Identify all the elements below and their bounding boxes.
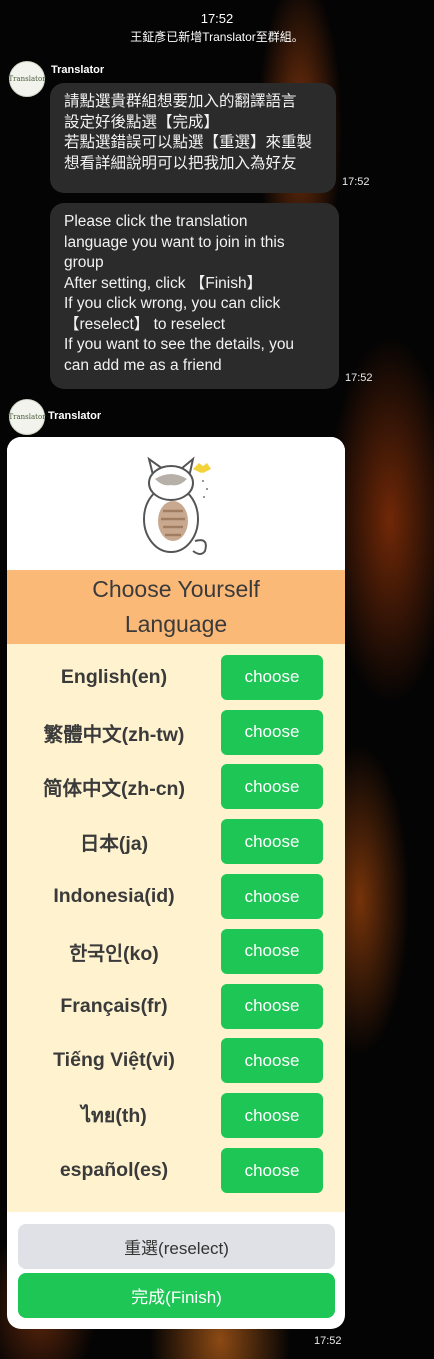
language-row-ko: 한국인(ko) choose bbox=[7, 924, 345, 979]
finish-button[interactable]: 完成(Finish) bbox=[18, 1273, 335, 1318]
language-label: 日本(ja) bbox=[79, 833, 149, 856]
message-line: group bbox=[64, 254, 104, 271]
avatar-text: Translator bbox=[8, 75, 46, 83]
language-row-zh-cn: 简体中文(zh-cn) choose bbox=[7, 760, 345, 815]
message-line: can add me as a friend bbox=[64, 356, 222, 374]
header-line-2: Language bbox=[124, 611, 228, 637]
language-label: ไทย(th) bbox=[81, 1105, 147, 1128]
language-list: English(en) choose 繁體中文(zh-tw) choose 简体… bbox=[7, 644, 345, 1212]
message-line: 請點選貴群組想要加入的翻譯語言 bbox=[64, 93, 297, 110]
choose-button-ja[interactable]: choose bbox=[221, 819, 323, 865]
avatar-text: Translator bbox=[8, 413, 46, 421]
cat-illustration-icon bbox=[143, 455, 211, 555]
translator-avatar[interactable]: Translator bbox=[8, 61, 46, 97]
language-label: English(en) bbox=[60, 665, 168, 688]
card-header: Choose Yourself Language bbox=[7, 570, 345, 644]
header-line-1: Choose Yourself bbox=[92, 576, 260, 602]
sender-name: Translator bbox=[48, 410, 102, 422]
message-line: 想看詳細說明可以把我加入為好友 bbox=[64, 154, 297, 172]
language-label: 简体中文(zh-cn) bbox=[43, 778, 185, 801]
language-label: 繁體中文(zh-tw) bbox=[43, 723, 185, 746]
choose-button-es[interactable]: choose bbox=[221, 1148, 323, 1194]
language-label: Tiếng Việt(vi) bbox=[53, 1049, 175, 1072]
language-row-th: ไทย(th) choose bbox=[7, 1088, 345, 1143]
sender-name: Translator bbox=[51, 64, 105, 76]
status-time: 17:52 bbox=[200, 11, 234, 26]
language-row-id: Indonesia(id) choose bbox=[7, 869, 345, 924]
language-label: Indonesia(id) bbox=[53, 885, 175, 908]
language-selector-card: Choose Yourself Language English(en) cho… bbox=[7, 437, 345, 1329]
language-row-es: español(es) choose bbox=[7, 1143, 345, 1198]
message-line: If you want to see the details, you bbox=[64, 336, 295, 353]
message-timestamp: 17:52 bbox=[342, 176, 370, 188]
message-line: After setting, click 【Finish】 bbox=[64, 274, 263, 292]
card-footer: 重選(reselect) 完成(Finish) bbox=[7, 1212, 345, 1318]
choose-button-zh-cn[interactable]: choose bbox=[221, 764, 323, 810]
message-line: language you want to join in this bbox=[64, 233, 285, 251]
translator-avatar[interactable]: Translator bbox=[8, 399, 46, 435]
reselect-button[interactable]: 重選(reselect) bbox=[18, 1224, 335, 1269]
message-line: 【reselect】 to reselect bbox=[64, 315, 226, 333]
message-line: If you click wrong, you can click bbox=[64, 295, 281, 312]
choose-button-th[interactable]: choose bbox=[221, 1093, 323, 1139]
message-timestamp: 17:52 bbox=[345, 372, 373, 384]
card-hero bbox=[7, 437, 345, 570]
message-timestamp: 17:52 bbox=[314, 1335, 342, 1347]
language-row-ja: 日本(ja) choose bbox=[7, 814, 345, 869]
choose-button-vi[interactable]: choose bbox=[221, 1038, 323, 1084]
language-label: Français(fr) bbox=[60, 994, 168, 1017]
language-label: español(es) bbox=[59, 1159, 169, 1182]
language-row-en: English(en) choose bbox=[7, 650, 345, 705]
choose-button-zh-tw[interactable]: choose bbox=[221, 709, 323, 755]
language-row-fr: Français(fr) choose bbox=[7, 979, 345, 1034]
system-message: 王鉦彥已新增Translator至群組。 bbox=[130, 30, 304, 44]
choose-button-ko[interactable]: choose bbox=[221, 928, 323, 974]
message-line: 設定好後點選【完成】 bbox=[64, 113, 220, 131]
language-label: 한국인(ko) bbox=[69, 942, 159, 965]
message-line: 若點選錯誤可以點選【重選】來重製 bbox=[64, 134, 313, 151]
choose-button-fr[interactable]: choose bbox=[221, 983, 323, 1029]
language-row-vi: Tiếng Việt(vi) choose bbox=[7, 1034, 345, 1089]
message-bubble-english[interactable]: Please click the translation language yo… bbox=[50, 203, 339, 389]
choose-button-en[interactable]: choose bbox=[221, 654, 323, 700]
message-line: Please click the translation bbox=[64, 213, 248, 230]
language-row-zh-tw: 繁體中文(zh-tw) choose bbox=[7, 705, 345, 760]
choose-button-id[interactable]: choose bbox=[221, 874, 323, 920]
message-bubble-chinese[interactable]: 請點選貴群組想要加入的翻譯語言 設定好後點選【完成】 若點選錯誤可以點選【重選】… bbox=[50, 83, 336, 193]
